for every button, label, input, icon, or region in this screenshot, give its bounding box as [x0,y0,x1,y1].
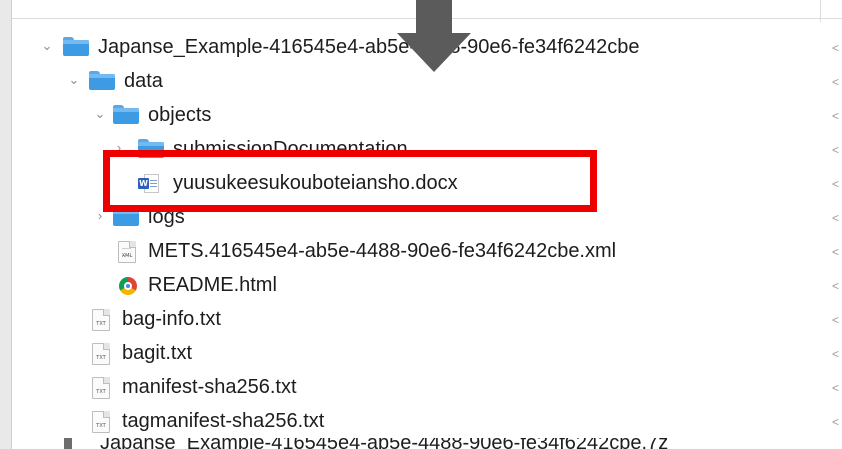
folder-icon [89,71,115,90]
chevron-down-icon[interactable]: ⌄ [40,39,54,53]
list-item-text-file[interactable]: TXT tagmanifest-sha256.txt [12,404,820,438]
list-item-text-file[interactable]: TXT bagit.txt [12,336,820,370]
list-item-label: manifest-sha256.txt [122,376,297,398]
xml-file-icon: XML [118,241,136,263]
row-edge-mark: < [832,245,840,259]
row-edge-mark: < [832,415,840,429]
row-edge-mark: < [832,381,840,395]
list-item-label: objects [148,104,212,126]
text-file-icon: TXT [92,411,110,433]
list-item-text-file[interactable]: TXT bag-info.txt [12,302,820,336]
list-item-label: Japanse_Example-416545e4-ab5e-4488-90e6-… [100,438,669,449]
list-item-label: bag-info.txt [122,308,221,330]
chevron-down-icon[interactable]: ⌄ [67,73,81,87]
list-item-objects-folder[interactable]: ⌄ objects [12,98,820,132]
down-arrow-icon [397,0,471,72]
finder-list-view: ⌄ Japanse_Example-416545e4-ab5e-4488-90e… [0,0,842,449]
row-edge-mark: < [832,211,840,225]
list-item-label: Japanse_Example-416545e4-ab5e-4488-90e6-… [98,36,640,58]
row-edge-mark: < [832,177,840,191]
highlight-rectangle [103,150,597,212]
list-item-text-file[interactable]: TXT manifest-sha256.txt [12,370,820,404]
column-divider [820,0,821,22]
row-edge-mark: < [832,143,840,157]
row-edge-mark: < [832,313,840,327]
row-edge-mark: < [832,347,840,361]
list-item-label: tagmanifest-sha256.txt [122,410,325,432]
text-file-icon: TXT [92,343,110,365]
list-item-label: data [124,70,163,92]
list-item-label: bagit.txt [122,342,193,364]
row-edge-mark: < [832,41,840,55]
row-edge-mark: < [832,279,840,293]
list-item-xml-file[interactable]: XML METS.416545e4-ab5e-4488-90e6-fe34f62… [12,234,820,268]
window-left-border [0,0,12,449]
list-item-archive-file[interactable]: Japanse_Example-416545e4-ab5e-4488-90e6-… [0,438,842,449]
text-file-icon: TXT [92,377,110,399]
text-file-icon: TXT [92,309,110,331]
list-item-label: METS.416545e4-ab5e-4488-90e6-fe34f6242cb… [148,240,617,262]
folder-icon [113,105,139,124]
list-item-label: README.html [148,274,277,296]
archive-icon [64,438,72,449]
row-edge-mark: < [832,109,840,123]
list-item-html-file[interactable]: README.html [12,268,820,302]
folder-icon [63,37,89,56]
chevron-down-icon[interactable]: ⌄ [93,107,107,121]
row-edge-mark: < [832,75,840,89]
chrome-icon [119,277,137,295]
